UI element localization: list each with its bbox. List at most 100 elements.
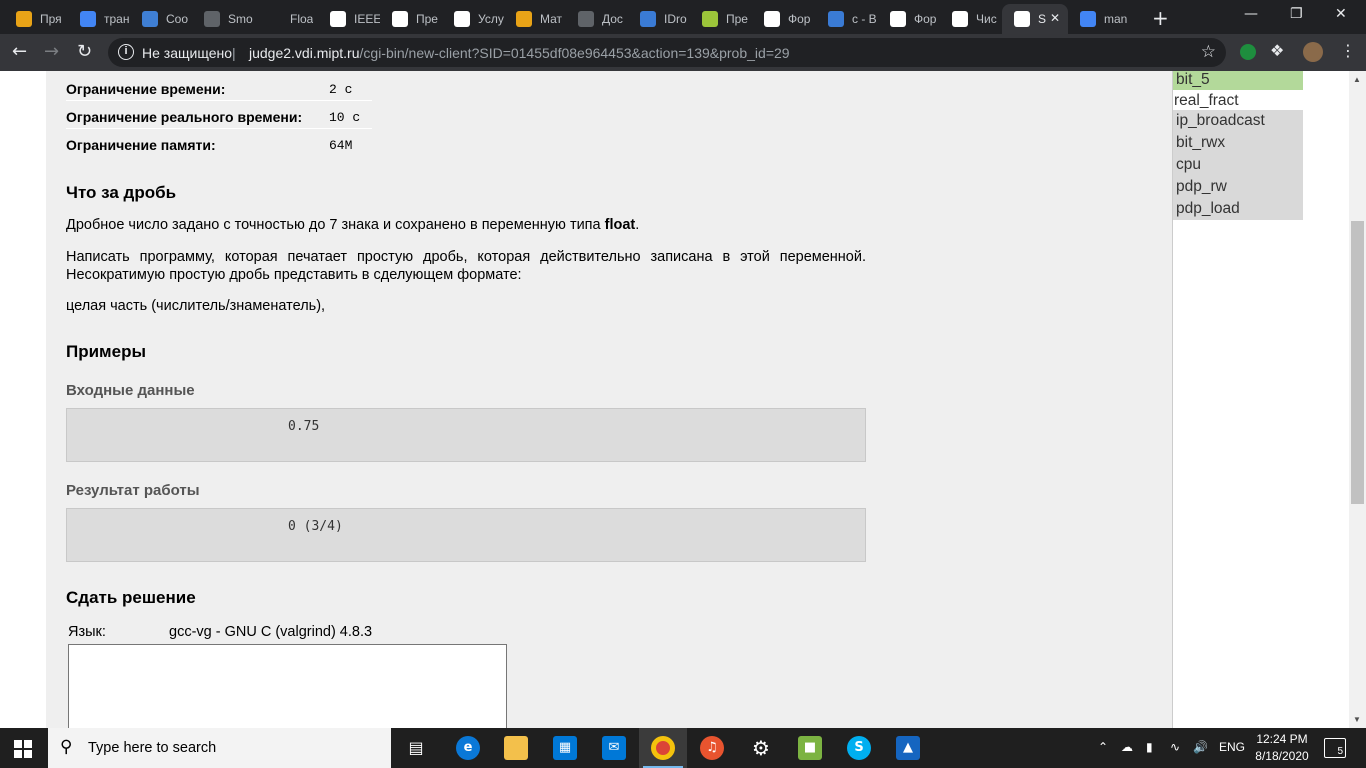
problem-nav-item[interactable]: bit_rwx [1173, 132, 1303, 154]
wifi-icon[interactable]: ∿ [1170, 740, 1180, 754]
tab-title: IDro [664, 12, 687, 26]
tab-close-icon[interactable]: ✕ [1050, 11, 1060, 25]
url-text[interactable]: judge2.vdi.mipt.ru/cgi-bin/new-client?SI… [249, 45, 790, 61]
chat-icon [142, 11, 158, 27]
minimize-button[interactable]: — [1244, 6, 1258, 22]
battery-icon[interactable]: ▮ [1146, 740, 1153, 754]
scrollbar-thumb[interactable] [1351, 221, 1364, 504]
browser-menu-icon[interactable]: ⋮ [1340, 41, 1356, 60]
browser-tab-active[interactable]: S ✕ [1002, 4, 1068, 34]
info-icon[interactable]: i [118, 44, 134, 60]
notification-count: 5 [1337, 746, 1343, 757]
forward-icon[interactable]: → [44, 41, 59, 62]
language-label: Язык: [68, 624, 106, 640]
taskbar-clock[interactable]: 12:24 PM 8/18/2020 [1252, 731, 1312, 765]
output-sample-box: 0 (3/4) [66, 508, 866, 562]
task-view-icon[interactable]: ▤ [404, 736, 428, 760]
problem-nav-item-current[interactable]: real_fract [1173, 90, 1303, 112]
edge-icon[interactable]: e [456, 736, 480, 760]
browser-tab[interactable]: Мат [504, 4, 566, 34]
extensions-puzzle-icon[interactable]: ❖ [1270, 41, 1284, 60]
statement-paragraph-1: Дробное число задано с точностью до 7 зн… [66, 216, 866, 234]
store-icon[interactable]: ▦ [553, 736, 577, 760]
browser-tab[interactable]: Фор [878, 4, 940, 34]
taskbar-search-box[interactable]: ⚲ Type here to search [48, 728, 391, 768]
tab-title: c - В [852, 12, 877, 26]
limit-row-memory: Ограничение памяти: 64M [66, 129, 372, 157]
browser-tab[interactable]: IDro [628, 4, 690, 34]
browser-tab[interactable]: тран [68, 4, 130, 34]
problem-nav-item[interactable]: bit_5 [1173, 71, 1303, 91]
bookmark-star-icon[interactable]: ☆ [1201, 42, 1216, 62]
notification-center-icon[interactable]: 5 [1324, 738, 1346, 758]
tab-title: Пре [416, 12, 438, 26]
skype-icon[interactable]: S [847, 736, 871, 760]
volume-icon[interactable]: 🔊 [1193, 740, 1208, 754]
m-icon [516, 11, 532, 27]
problem-nav-item[interactable]: pdp_rw [1173, 176, 1303, 198]
restore-button[interactable]: ❐ [1290, 6, 1303, 22]
url-host: judge2.vdi.mipt.ru [249, 45, 360, 61]
browser-tab[interactable]: Пря [4, 4, 68, 34]
scroll-up-icon[interactable]: ▲ [1353, 75, 1361, 84]
page-icon [764, 11, 780, 27]
scroll-down-icon[interactable]: ▼ [1353, 715, 1361, 724]
tab-title: Coo [166, 12, 189, 26]
browser-tab[interactable]: Smo [192, 4, 254, 34]
close-window-button[interactable]: ✕ [1335, 6, 1347, 22]
windows-start-icon[interactable] [14, 740, 32, 758]
browser-tab[interactable]: Дос [566, 4, 628, 34]
photos-icon[interactable]: ▲ [896, 736, 920, 760]
clock-time: 12:24 PM [1256, 732, 1308, 746]
input-language-indicator[interactable]: ENG [1219, 740, 1245, 754]
wikipedia-icon [952, 11, 968, 27]
statement-paragraph-3: целая часть (числитель/знаменатель), [66, 298, 326, 314]
mail-icon[interactable]: ✉ [602, 736, 626, 760]
solution-code-textarea[interactable] [68, 644, 507, 728]
taskbar-search-placeholder: Type here to search [88, 740, 217, 756]
profile-avatar[interactable] [1303, 42, 1323, 62]
tray-chevron-icon[interactable]: ⌃ [1098, 740, 1108, 754]
browser-tab[interactable]: c - В [816, 4, 878, 34]
browser-tab[interactable]: Coo [130, 4, 192, 34]
windows-taskbar: ⚲ Type here to search ▤ e ▦ ✉ ♫ ⚙ ■ S ▲ … [0, 728, 1366, 768]
language-select[interactable]: gcc-vg - GNU C (valgrind) 4.8.3 [169, 624, 372, 640]
game-icon[interactable]: ■ [798, 736, 822, 760]
tab-title: man [1104, 12, 1128, 26]
limit-value: 2 с [329, 82, 353, 97]
tab-title: Дос [602, 12, 623, 26]
page-scrollbar[interactable]: ▲ ▼ [1349, 71, 1366, 728]
tab-title: Чис [976, 12, 997, 26]
browser-tab[interactable]: Пре [690, 4, 752, 34]
tab-title: Фор [788, 12, 811, 26]
browser-tab[interactable]: Фор [752, 4, 816, 34]
problem-nav-item[interactable]: cpu [1173, 154, 1303, 176]
browser-tab[interactable]: Чис [940, 4, 1002, 34]
media-player-icon[interactable]: ♫ [700, 736, 724, 760]
problem-nav-item[interactable]: pdp_load [1173, 198, 1303, 220]
browser-tab[interactable]: man [1068, 4, 1130, 34]
browser-tab[interactable]: Услу [442, 4, 504, 34]
file-explorer-icon[interactable] [504, 736, 528, 760]
statement-period: . [635, 217, 640, 233]
blank-icon [266, 11, 282, 27]
output-data-label: Результат работы [66, 482, 200, 499]
reload-icon[interactable]: ↻ [77, 41, 92, 62]
tab-title: Пре [726, 12, 748, 26]
settings-gear-icon[interactable]: ⚙ [749, 736, 773, 760]
security-label[interactable]: Не защищено [142, 45, 232, 61]
clock-date: 8/18/2020 [1255, 749, 1309, 763]
problem-nav-item[interactable]: ip_broadcast [1173, 110, 1303, 132]
chrome-icon[interactable] [651, 736, 675, 760]
back-icon[interactable]: ← [12, 41, 27, 62]
browser-tab[interactable]: Пре [380, 4, 442, 34]
browser-tab[interactable]: Floa [254, 4, 318, 34]
tab-title: Smo [228, 12, 253, 26]
browser-tab[interactable]: IEEE [318, 4, 380, 34]
extension-green-icon[interactable] [1240, 44, 1256, 60]
examples-title: Примеры [66, 342, 146, 361]
onedrive-icon[interactable]: ☁ [1121, 740, 1133, 754]
address-bar[interactable]: i Не защищено | judge2.vdi.mipt.ru/cgi-b… [108, 38, 1226, 67]
input-data-label: Входные данные [66, 382, 195, 399]
new-tab-button[interactable]: + [1152, 6, 1169, 30]
